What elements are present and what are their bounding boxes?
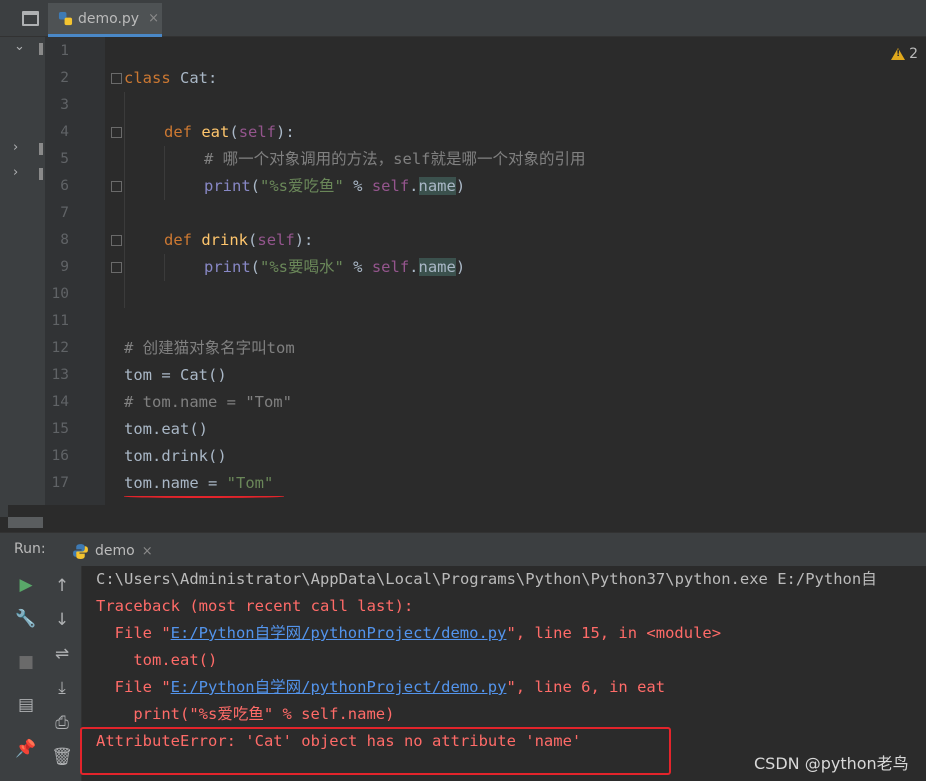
fold-marker-icon[interactable] — [111, 235, 122, 246]
line-number: 17 — [51, 475, 69, 491]
code-line-17: tom.name = "Tom" — [124, 474, 274, 492]
trash-icon[interactable]: 🗑 — [50, 745, 74, 769]
python-file-icon — [58, 11, 73, 26]
line-number: 6 — [60, 178, 69, 194]
chevron-right-icon[interactable]: › — [13, 165, 18, 180]
line-number: 9 — [60, 259, 69, 275]
project-panel-icon[interactable] — [22, 11, 39, 26]
indent-guide — [124, 92, 125, 308]
console-line: File "E:/Python自学网/pythonProject/demo.py… — [96, 624, 722, 642]
line-number: 4 — [60, 124, 69, 140]
layout-icon[interactable]: ▤ — [14, 693, 38, 717]
left-tool-strip — [0, 37, 8, 517]
warning-count: 2 — [909, 46, 918, 62]
line-number: 1 — [60, 43, 69, 59]
chevron-down-icon[interactable]: ⌄ — [14, 39, 25, 54]
code-line-14: # tom.name = "Tom" — [124, 393, 292, 411]
code-line-2: class Cat: — [124, 69, 218, 87]
console-line: Traceback (most recent call last): — [96, 597, 414, 615]
fold-marker-icon[interactable] — [111, 181, 122, 192]
line-number: 2 — [60, 70, 69, 86]
code-line-16: tom.drink() — [124, 447, 227, 465]
console-line: tom.eat() — [96, 651, 218, 669]
code-line-6: print("%s爱吃鱼" % self.name) — [204, 177, 466, 195]
chevron-right-icon[interactable]: › — [13, 140, 18, 155]
run-icon[interactable]: ▶ — [14, 573, 38, 597]
python-run-icon — [73, 543, 88, 559]
run-toolbar-secondary: ↑ ↓ ⇌ ⤓ ⎙ 🗑 — [42, 566, 82, 781]
line-number: 8 — [60, 232, 69, 248]
code-line-5: # 哪一个对象调用的方法，self就是哪一个对象的引用 — [204, 150, 586, 168]
warning-icon — [891, 48, 906, 60]
code-line-13: tom = Cat() — [124, 366, 227, 384]
line-number: 12 — [51, 340, 69, 356]
line-number: 16 — [51, 448, 69, 464]
console-line: print("%s爱吃鱼" % self.name) — [96, 705, 395, 723]
folder-icon — [39, 143, 43, 155]
code-line-15: tom.eat() — [124, 420, 208, 438]
run-tab-demo[interactable]: demo × — [64, 535, 161, 567]
run-panel-header: Run: demo × — [0, 532, 926, 567]
code-editor[interactable]: 1 2 3 4 5 6 7 8 9 10 11 12 13 14 15 16 1… — [45, 37, 926, 505]
line-number: 11 — [51, 313, 69, 329]
watermark: CSDN @python老鸟 — [754, 754, 909, 773]
file-link[interactable]: E:/Python自学网/pythonProject/demo.py — [171, 624, 507, 642]
indent-guide — [164, 146, 165, 200]
line-number: 15 — [51, 421, 69, 437]
console-line: C:\Users\Administrator\AppData\Local\Pro… — [96, 570, 877, 588]
scroll-to-end-icon[interactable]: ⤓ — [50, 676, 74, 700]
soft-wrap-icon[interactable]: ⇌ — [50, 642, 74, 666]
down-arrow-icon[interactable]: ↓ — [50, 608, 74, 632]
code-line-12: # 创建猫对象名字叫tom — [124, 339, 295, 357]
close-icon[interactable]: × — [148, 11, 159, 26]
horizontal-scrollbar[interactable] — [8, 517, 43, 528]
file-link[interactable]: E:/Python自学网/pythonProject/demo.py — [171, 678, 507, 696]
line-number: 3 — [60, 97, 69, 113]
run-toolbar-primary: ▶ 🔧 ■ ▤ 📌 — [0, 566, 42, 781]
console-line: File "E:/Python自学网/pythonProject/demo.py… — [96, 678, 666, 696]
code-line-8: def drink(self): — [164, 231, 314, 249]
line-number: 7 — [60, 205, 69, 221]
code-line-9: print("%s要喝水" % self.name) — [204, 258, 466, 276]
fold-marker-icon[interactable] — [111, 262, 122, 273]
line-number: 13 — [51, 367, 69, 383]
fold-marker-icon[interactable] — [111, 73, 122, 84]
line-number: 10 — [51, 286, 69, 302]
library-icon — [39, 168, 43, 180]
folder-icon — [39, 43, 43, 55]
error-highlight-box — [80, 727, 671, 775]
editor-tab-bar: demo.py × — [0, 0, 926, 37]
line-number: 5 — [60, 151, 69, 167]
structure-panel: ⌄ › › — [8, 37, 45, 505]
up-arrow-icon[interactable]: ↑ — [50, 574, 74, 598]
wrench-icon[interactable]: 🔧 — [14, 607, 38, 631]
run-panel-title: Run: — [14, 541, 46, 557]
stop-icon[interactable]: ■ — [14, 650, 38, 674]
print-icon[interactable]: ⎙ — [50, 711, 74, 735]
pin-icon[interactable]: 📌 — [14, 737, 38, 761]
fold-marker-icon[interactable] — [111, 127, 122, 138]
indent-guide — [164, 254, 165, 281]
code-line-4: def eat(self): — [164, 123, 295, 141]
tab-label: demo.py — [78, 10, 140, 27]
warnings-indicator[interactable]: 2 — [891, 46, 918, 62]
close-icon[interactable]: × — [142, 544, 153, 559]
tab-demo-py[interactable]: demo.py × — [48, 3, 162, 37]
line-number: 14 — [51, 394, 69, 410]
error-underline — [124, 495, 284, 498]
run-tab-label: demo — [95, 543, 135, 559]
